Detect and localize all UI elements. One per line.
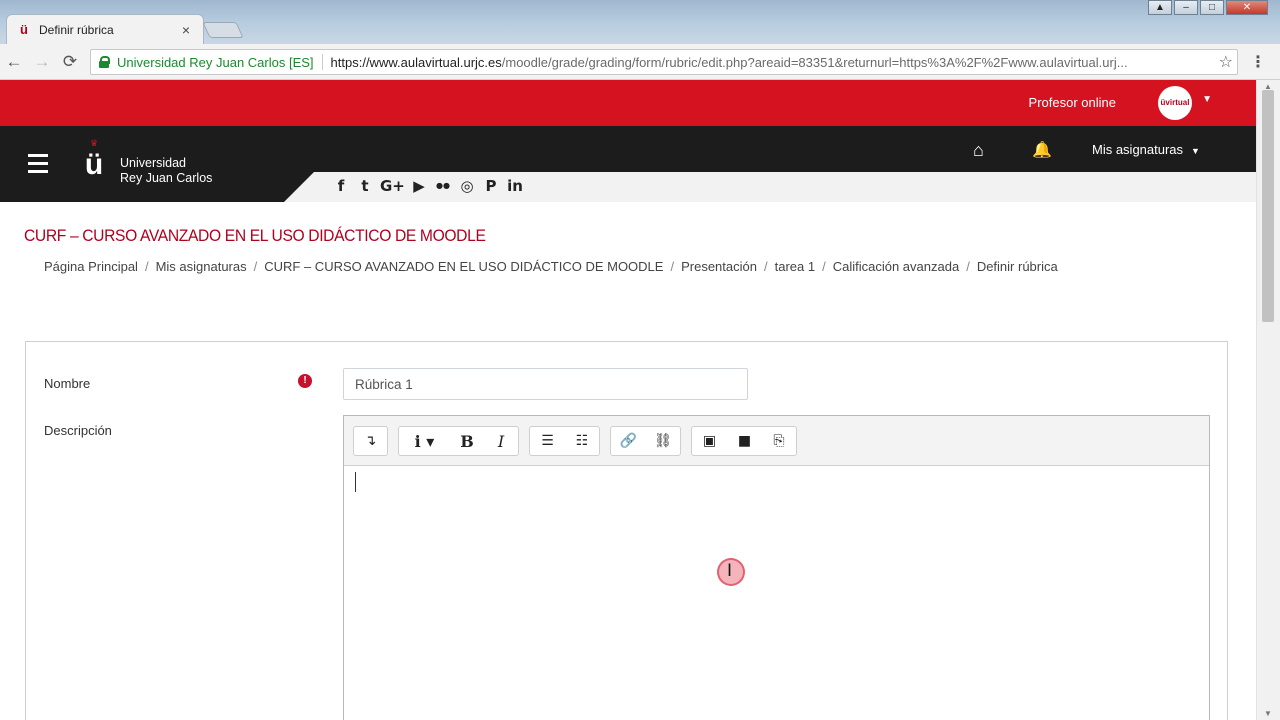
university-logo-text[interactable]: Universidad Rey Juan Carlos — [120, 156, 212, 186]
url-path: /moodle/grade/grading/form/rubric/edit.p… — [501, 54, 1128, 70]
user-profile-icon[interactable]: ▲ — [1148, 0, 1172, 15]
page: Profesor online üvirtual ▼ ♛ ü Universida… — [0, 80, 1256, 720]
browser-menu-icon[interactable]: ⋮ — [1250, 52, 1266, 72]
bullet-list-button[interactable]: ☰ — [530, 427, 565, 455]
manage-files-button[interactable]: ⎘ — [762, 427, 796, 455]
my-courses-menu[interactable]: Mis asignaturas ▼ — [1092, 142, 1200, 157]
insert-media-button[interactable]: ■ — [727, 427, 762, 455]
twitter-icon[interactable]: t — [356, 177, 374, 195]
link-button[interactable]: 🔗 — [611, 427, 646, 455]
social-icons: f t G+ ▶ ●● ◎ P in — [332, 177, 524, 195]
breadcrumb: Página Principal / Mis asignaturas / CURF … — [44, 259, 1058, 274]
name-label: Nombre — [44, 376, 91, 391]
forward-icon[interactable]: → — [32, 52, 52, 72]
insert-image-button[interactable]: ▣ — [692, 427, 727, 455]
breadcrumb-item[interactable]: Presentación — [681, 259, 757, 274]
breadcrumb-current: Definir rúbrica — [976, 259, 1058, 274]
tab-close-icon[interactable]: × — [179, 22, 193, 38]
unlink-button[interactable]: ⛓ — [646, 427, 680, 455]
editor-toolbar: ↴ i ▾ B I ☰ ☷ 🔗 ⛓ ▣ ■ ⎘ — [344, 416, 1209, 466]
minimize-button[interactable]: – — [1174, 0, 1198, 15]
flickr-icon[interactable]: ●● — [434, 177, 452, 195]
browser-tab[interactable]: ü Definir rúbrica × — [6, 14, 204, 44]
hamburger-menu-icon[interactable] — [28, 154, 48, 173]
tab-title: Definir rúbrica — [39, 22, 114, 37]
text-caret — [355, 472, 356, 492]
name-input[interactable] — [343, 368, 748, 400]
scrollbar-thumb[interactable] — [1262, 90, 1274, 322]
breadcrumb-item[interactable]: Página Principal — [44, 259, 138, 274]
facebook-icon[interactable]: f — [332, 177, 350, 195]
user-menu-caret-icon[interactable]: ▼ — [1202, 94, 1212, 105]
description-textarea[interactable] — [344, 466, 1209, 720]
description-label: Descripción — [44, 423, 112, 438]
page-scrollbar[interactable]: ▲ ▼ — [1256, 80, 1280, 720]
avatar[interactable]: üvirtual — [1158, 86, 1192, 120]
top-red-bar: Profesor online üvirtual ▼ — [0, 80, 1256, 126]
paragraph-style-button[interactable]: i ▾ — [399, 427, 450, 455]
breadcrumb-item[interactable]: Calificación avanzada — [833, 259, 959, 274]
window-controls: ▲ – □ ✕ — [1146, 0, 1268, 16]
url-bar[interactable]: Universidad Rey Juan Carlos [ES] https:/… — [90, 49, 1238, 75]
browser-toolbar: ← → ⟳ Universidad Rey Juan Carlos [ES] h… — [0, 44, 1280, 80]
urjc-favicon-icon: ü — [20, 21, 28, 37]
course-title[interactable]: CURF – CURSO AVANZADO EN EL USO DIDÁCTIC… — [24, 226, 486, 246]
new-tab-button[interactable] — [202, 22, 244, 38]
site-identity: Universidad Rey Juan Carlos [ES] — [117, 54, 314, 70]
breadcrumb-item[interactable]: tarea 1 — [775, 259, 815, 274]
urjc-logo-icon[interactable]: ♛ ü — [82, 138, 106, 184]
scroll-down-icon[interactable]: ▼ — [1264, 709, 1272, 718]
pinterest-icon[interactable]: P — [482, 177, 500, 195]
italic-button[interactable]: I — [484, 427, 518, 455]
user-name[interactable]: Profesor online — [1029, 95, 1116, 110]
bold-button[interactable]: B — [450, 427, 484, 455]
rubric-form: Nombre ! Descripción ↴ i ▾ B I ☰ ☷ 🔗 — [25, 341, 1228, 720]
window-close-button[interactable]: ✕ — [1226, 0, 1268, 15]
collapse-toolbar-button[interactable]: ↴ — [354, 427, 387, 455]
mouse-cursor-icon: I — [727, 561, 733, 581]
notifications-bell-icon[interactable]: 🔔 — [1032, 140, 1052, 160]
maximize-button[interactable]: □ — [1200, 0, 1224, 15]
youtube-icon[interactable]: ▶ — [410, 177, 428, 195]
url-host: https://www.aulavirtual.urjc.es — [330, 54, 502, 70]
lock-icon — [99, 56, 110, 68]
home-icon[interactable]: ⌂ — [973, 140, 995, 160]
main-navbar: ♛ ü Universidad Rey Juan Carlos ⌂ 🔔 Mis a… — [0, 126, 1256, 202]
google-plus-icon[interactable]: G+ — [380, 177, 405, 195]
breadcrumb-item[interactable]: Mis asignaturas — [156, 259, 247, 274]
description-editor: ↴ i ▾ B I ☰ ☷ 🔗 ⛓ ▣ ■ ⎘ — [343, 415, 1210, 720]
bookmark-star-icon[interactable]: ☆ — [1219, 52, 1233, 72]
reload-icon[interactable]: ⟳ — [60, 52, 80, 72]
linkedin-icon[interactable]: in — [506, 177, 524, 195]
numbered-list-button[interactable]: ☷ — [565, 427, 599, 455]
back-icon[interactable]: ← — [4, 52, 24, 72]
required-icon: ! — [298, 374, 312, 388]
breadcrumb-item[interactable]: CURF – CURSO AVANZADO EN EL USO DIDÁCTIC… — [264, 259, 663, 274]
instagram-icon[interactable]: ◎ — [458, 177, 476, 195]
browser-titlebar: ü Definir rúbrica × ▲ – □ ✕ — [0, 0, 1280, 44]
